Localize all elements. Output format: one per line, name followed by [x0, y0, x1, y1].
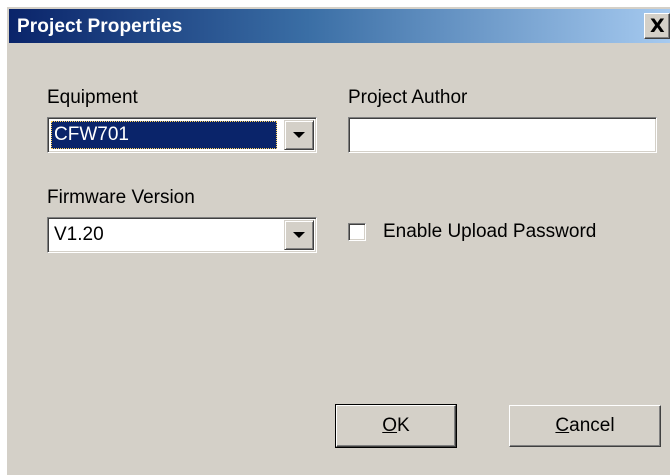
- close-icon: X: [650, 15, 665, 37]
- firmware-version-combobox[interactable]: V1.20: [47, 217, 317, 253]
- firmware-version-label: Firmware Version: [47, 187, 195, 208]
- cancel-button[interactable]: Cancel: [509, 405, 661, 447]
- chevron-down-icon: [293, 132, 305, 138]
- project-properties-dialog: Project Properties X Equipment CFW701 Pr…: [6, 6, 670, 475]
- firmware-dropdown-button[interactable]: [284, 220, 314, 250]
- cancel-button-label: Cancel: [555, 415, 615, 436]
- project-author-value: [352, 121, 358, 149]
- enable-upload-password-label[interactable]: Enable Upload Password: [383, 221, 596, 243]
- equipment-value: CFW701: [51, 121, 277, 149]
- ok-button-label: OK: [382, 415, 410, 436]
- equipment-combobox[interactable]: CFW701: [47, 117, 317, 153]
- chevron-down-icon: [293, 232, 305, 238]
- firmware-version-value: V1.20: [54, 224, 104, 245]
- window-title: Project Properties: [17, 16, 183, 37]
- ok-button[interactable]: OK: [335, 404, 457, 448]
- title-bar[interactable]: Project Properties X: [9, 9, 670, 43]
- enable-upload-password-checkbox[interactable]: [348, 223, 366, 241]
- equipment-label: Equipment: [47, 87, 138, 108]
- project-author-label: Project Author: [348, 87, 468, 108]
- close-button[interactable]: X: [644, 13, 670, 39]
- equipment-dropdown-button[interactable]: [284, 120, 314, 150]
- project-author-input[interactable]: [348, 117, 657, 153]
